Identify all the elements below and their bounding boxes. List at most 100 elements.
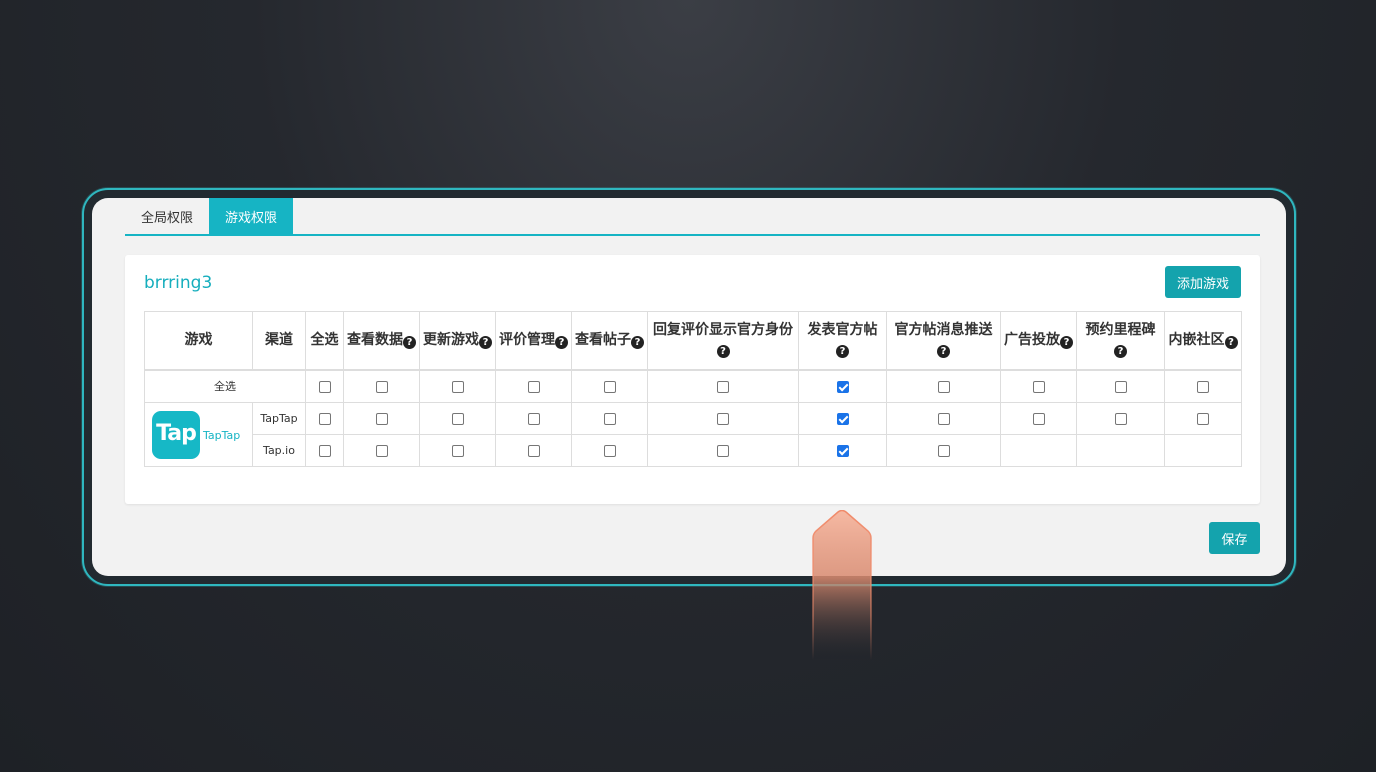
- column-header-label: 官方帖消息推送: [894, 322, 993, 339]
- permission-cell: [419, 369, 496, 403]
- column-header-label: 广告投放: [1004, 331, 1060, 348]
- tab-global-permissions[interactable]: 全局权限: [125, 198, 209, 234]
- question-circle-icon[interactable]: ?: [836, 345, 849, 359]
- permission-cell: [571, 434, 648, 467]
- column-header: 查看数据?: [343, 311, 420, 371]
- permission-cell: [419, 402, 496, 435]
- permission-checkbox[interactable]: [318, 445, 331, 457]
- permission-checkbox[interactable]: [603, 413, 616, 425]
- channel-name: Tap.io: [252, 434, 306, 467]
- taptap-logo: Tap: [152, 411, 200, 459]
- column-header: 广告投放?: [1000, 311, 1077, 371]
- game-permission-card: brrring3 添加游戏 游戏 渠道 全选 查看数据? 更新游戏? 评价管理? 查看帖子?…: [125, 255, 1260, 504]
- permission-checkbox[interactable]: [717, 413, 729, 425]
- question-circle-icon[interactable]: ?: [403, 335, 416, 349]
- permission-cell: [1000, 434, 1077, 467]
- column-header-label: 预约里程碑: [1085, 322, 1156, 339]
- column-header-label: 全选: [310, 331, 339, 348]
- question-circle-icon[interactable]: ?: [1224, 335, 1238, 349]
- permission-cell: [886, 369, 1001, 403]
- column-header: 游戏: [144, 311, 253, 371]
- column-header-label: 查看数据: [347, 331, 403, 348]
- permission-checkbox[interactable]: [375, 380, 388, 393]
- permission-checkbox[interactable]: [1114, 380, 1127, 393]
- permission-checkbox[interactable]: [937, 380, 950, 393]
- permission-cell: [571, 369, 648, 403]
- select-all-label: 全选: [144, 369, 306, 403]
- permission-cell: [419, 434, 496, 467]
- taptap-logo-caption: TapTap: [203, 429, 241, 442]
- permission-cell: [647, 369, 799, 403]
- permission-checkbox[interactable]: [451, 413, 464, 425]
- permission-checkbox[interactable]: [375, 445, 388, 457]
- permission-cell: [305, 369, 344, 403]
- permission-cell: [1164, 434, 1242, 467]
- permission-cell: [305, 402, 344, 435]
- permission-checkbox[interactable]: [937, 445, 950, 457]
- permission-cell: [1164, 402, 1242, 435]
- column-header-label: 游戏: [184, 331, 213, 348]
- question-circle-icon[interactable]: ?: [631, 335, 644, 349]
- permission-checkbox[interactable]: [836, 413, 849, 425]
- column-header: 全选: [305, 311, 344, 371]
- question-circle-icon[interactable]: ?: [479, 335, 492, 349]
- permission-cell: [798, 402, 887, 435]
- permission-checkbox[interactable]: [1197, 413, 1209, 425]
- permission-cell: [647, 402, 799, 435]
- channel-name: TapTap: [252, 402, 306, 435]
- permission-checkbox[interactable]: [1032, 413, 1045, 425]
- permission-checkbox[interactable]: [603, 445, 616, 457]
- permission-checkbox[interactable]: [836, 380, 849, 393]
- permission-cell: [343, 434, 420, 467]
- permission-checkbox[interactable]: [527, 380, 540, 393]
- permission-checkbox[interactable]: [717, 445, 729, 457]
- permission-cell: [1000, 402, 1077, 435]
- permission-checkbox[interactable]: [527, 445, 540, 457]
- permission-checkbox[interactable]: [836, 445, 849, 457]
- column-header: 更新游戏?: [419, 311, 496, 371]
- permission-checkbox[interactable]: [451, 380, 464, 393]
- column-header: 内嵌社区?: [1164, 311, 1242, 371]
- permission-cell: [1076, 402, 1165, 435]
- permission-cell: [343, 369, 420, 403]
- question-circle-icon[interactable]: ?: [937, 345, 950, 359]
- column-header-label: 内嵌社区: [1168, 331, 1225, 348]
- column-header-label: 查看帖子: [575, 331, 631, 348]
- permission-checkbox[interactable]: [603, 380, 616, 393]
- permission-cell: [647, 434, 799, 467]
- permission-cell: [343, 402, 420, 435]
- permission-cell: [495, 434, 572, 467]
- question-circle-icon[interactable]: ?: [716, 345, 730, 359]
- column-header: 回复评价显示官方身份?: [647, 311, 799, 371]
- permission-checkbox[interactable]: [1032, 380, 1045, 393]
- permission-cell: [495, 369, 572, 403]
- save-button[interactable]: 保存: [1209, 522, 1260, 554]
- permission-checkbox[interactable]: [318, 380, 331, 393]
- column-header-label: 渠道: [265, 331, 293, 348]
- permissions-panel: 全局权限 游戏权限 brrring3 添加游戏 游戏 渠道 全选 查看数据? 更新游戏?…: [92, 198, 1286, 576]
- permission-checkbox[interactable]: [1114, 413, 1127, 425]
- question-circle-icon[interactable]: ?: [1060, 335, 1073, 349]
- permission-cell: [305, 434, 344, 467]
- permission-checkbox[interactable]: [717, 380, 729, 393]
- column-header: 评价管理?: [495, 311, 572, 371]
- tab-game-permissions[interactable]: 游戏权限: [209, 198, 294, 234]
- permission-tabs: 全局权限 游戏权限: [125, 198, 1260, 236]
- column-header: 查看帖子?: [571, 311, 648, 371]
- permission-checkbox[interactable]: [1197, 380, 1209, 393]
- question-circle-icon[interactable]: ?: [1114, 345, 1127, 359]
- permission-cell: [495, 402, 572, 435]
- permission-cell: [886, 402, 1001, 435]
- permission-checkbox[interactable]: [451, 445, 464, 457]
- column-header: 官方帖消息推送?: [886, 311, 1001, 371]
- column-header: 渠道: [252, 311, 306, 371]
- permission-checkbox[interactable]: [937, 413, 950, 425]
- question-circle-icon[interactable]: ?: [555, 335, 568, 349]
- column-header-label: 评价管理: [499, 331, 555, 348]
- permission-cell: [1076, 434, 1165, 467]
- add-game-button[interactable]: 添加游戏: [1164, 266, 1241, 298]
- permission-checkbox[interactable]: [527, 413, 540, 425]
- game-logo-cell: Tap TapTap: [144, 402, 253, 467]
- permission-checkbox[interactable]: [318, 413, 331, 425]
- permission-checkbox[interactable]: [375, 413, 388, 425]
